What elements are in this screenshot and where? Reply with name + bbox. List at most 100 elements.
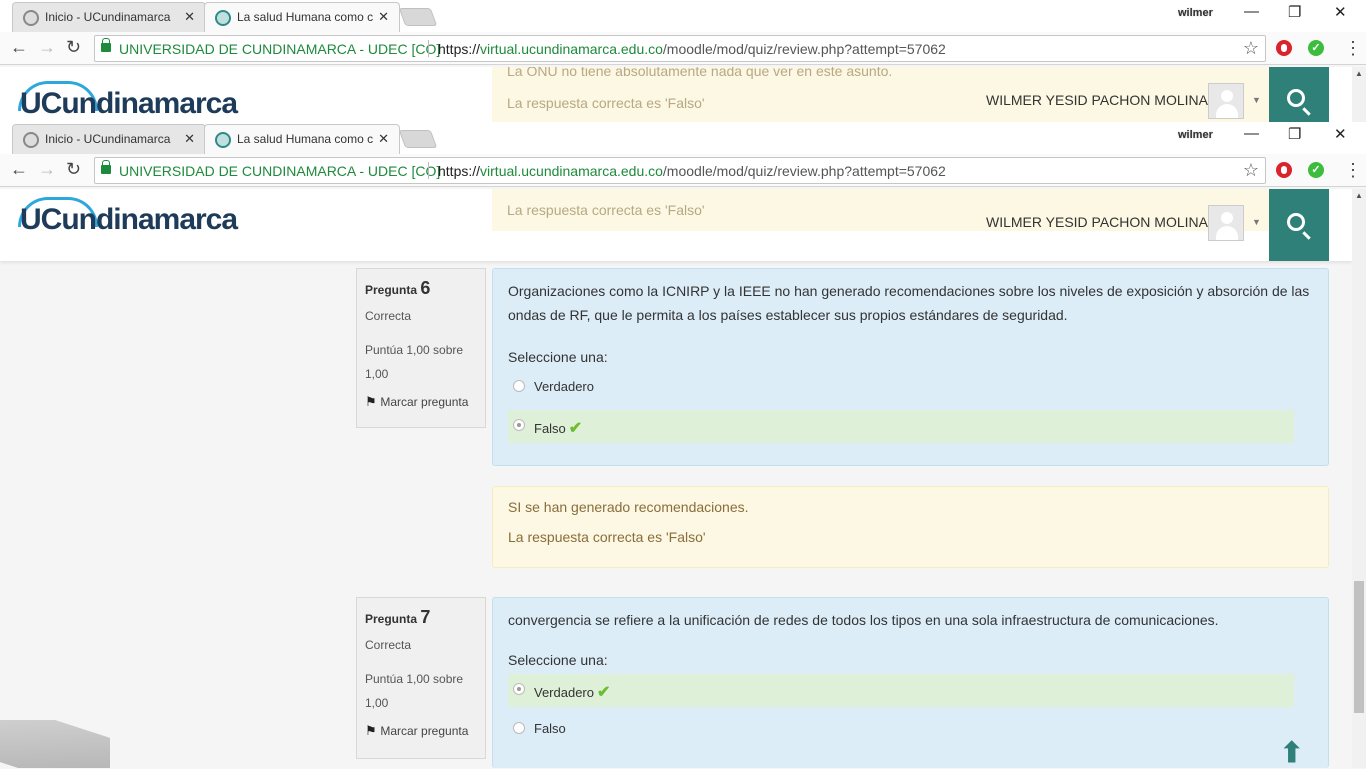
back-arrow-icon[interactable]: ← [10,159,28,180]
site-header: La respuesta correcta es 'Falso' UCundin… [0,189,1352,261]
tab-close-icon[interactable]: ✕ [378,9,389,25]
scrollbar-top[interactable]: ▲ [1352,67,1366,122]
radio-button[interactable] [513,722,525,734]
minimize-icon[interactable]: — [1244,3,1259,20]
tab-label: La salud Humana como c [237,132,373,146]
search-button[interactable] [1269,67,1329,122]
opera-extension-icon[interactable] [1276,162,1292,178]
window-close-icon[interactable]: ✕ [1334,3,1347,21]
opera-extension-icon[interactable] [1276,40,1292,56]
window-user-badge[interactable]: wilmer [1178,7,1213,19]
search-button[interactable] [1269,189,1329,261]
flag-label: Marcar pregunta [380,724,469,738]
answer-option-correct[interactable]: Falso ✔ [508,410,1294,443]
answer-prompt: Seleccione una: [508,349,608,365]
right-answer-text: La respuesta correcta es 'Falso' [507,202,705,218]
search-icon-handle [1302,107,1311,116]
separator [428,162,429,179]
check-extension-icon[interactable]: ✓ [1308,162,1324,178]
tab-close-icon[interactable]: ✕ [184,131,195,147]
reload-icon[interactable]: ↻ [66,159,81,180]
tab-inicio[interactable]: Inicio - UCundinamarca ✕ [12,2,206,32]
scrollbar-thumb[interactable] [1354,581,1364,713]
tab-inicio[interactable]: Inicio - UCundinamarca ✕ [12,124,206,154]
flag-icon: ⚑ [365,723,377,738]
address-bar[interactable]: UNIVERSIDAD DE CUNDINAMARCA - UDEC [CO] … [94,35,1266,62]
tab-label: Inicio - UCundinamarca [45,132,171,146]
bookmark-star-icon[interactable]: ☆ [1243,160,1259,181]
forward-arrow-icon[interactable]: → [38,159,56,180]
question-number-value: 7 [420,607,431,627]
question-info-6: Pregunta 6 Correcta Puntúa 1,00 sobre 1,… [356,268,486,428]
chevron-down-icon[interactable]: ▼ [1252,95,1261,105]
bookmark-star-icon[interactable]: ☆ [1243,38,1259,59]
search-icon [1287,89,1305,107]
minimize-icon[interactable]: — [1244,125,1259,142]
question-content-6: Organizaciones como la ICNIRP y la IEEE … [492,268,1329,466]
user-name[interactable]: WILMER YESID PACHON MOLINA [986,214,1208,230]
question-label: Pregunta [365,283,418,297]
answer-option-correct[interactable]: Verdadero ✔ [508,674,1294,707]
check-extension-icon[interactable]: ✓ [1308,40,1324,56]
scrollbar[interactable]: ▲ [1352,189,1366,768]
scroll-up-arrow-icon[interactable]: ▲ [1355,191,1363,200]
radio-button-selected[interactable] [513,419,525,431]
question-label: Pregunta [365,612,418,626]
tab-quiz-review[interactable]: La salud Humana como c ✕ [204,2,400,32]
radio-button[interactable] [513,380,525,392]
question-grade: Puntúa 1,00 sobre 1,00 [365,672,464,710]
answer-label: Verdadero [534,379,594,394]
url-text: https://virtual.ucundinamarca.edu.co/moo… [438,41,946,57]
back-to-top-arrow-icon[interactable]: ⬆ [1280,736,1303,769]
radio-button-selected[interactable] [513,683,525,695]
user-name[interactable]: WILMER YESID PACHON MOLINA [986,92,1208,108]
avatar[interactable] [1208,205,1244,241]
avatar[interactable] [1208,83,1244,119]
feedback-box: SI se han generado recomendaciones. La r… [492,486,1329,568]
site-logo[interactable]: UCundinamarca [20,203,238,237]
new-tab-button[interactable] [398,8,438,26]
question-content-7: convergencia se refiere a la unificación… [492,597,1329,768]
separator [428,40,429,57]
tab-strip: Inicio - UCundinamarca ✕ La salud Humana… [0,122,1366,154]
tab-close-icon[interactable]: ✕ [184,9,195,25]
feedback-text: La ONU no tiene absolutamente nada que v… [507,67,893,79]
feedback-text: SI se han generado recomendaciones. [508,499,749,515]
background-decoration [0,720,110,768]
answer-label-text: Verdadero [534,685,594,700]
flag-question-link[interactable]: ⚑ Marcar pregunta [365,723,477,739]
url-text: https://virtual.ucundinamarca.edu.co/moo… [438,163,946,179]
restore-icon[interactable]: ❐ [1288,125,1301,143]
window-close-icon[interactable]: ✕ [1334,125,1347,143]
scroll-up-arrow-icon[interactable]: ▲ [1355,69,1363,78]
answer-prompt: Seleccione una: [508,652,608,668]
answer-label-text: Falso [534,421,566,436]
question-state: Correcta [365,309,412,323]
right-answer-text: La respuesta correcta es 'Falso' [507,95,705,111]
answer-option[interactable]: Falso [508,713,1294,746]
address-bar[interactable]: UNIVERSIDAD DE CUNDINAMARCA - UDEC [CO] … [94,157,1266,184]
new-tab-button[interactable] [398,130,438,148]
security-label: UNIVERSIDAD DE CUNDINAMARCA - UDEC [CO] [119,41,441,57]
kebab-menu-icon[interactable]: ⋮ [1344,160,1362,181]
answer-label: Falso ✔ [534,418,582,438]
url-host: virtual.ucundinamarca.edu.co [480,41,663,57]
tab-close-icon[interactable]: ✕ [378,131,389,147]
back-arrow-icon[interactable]: ← [10,37,28,58]
checkmark-icon: ✔ [597,684,611,701]
url-scheme: https:// [438,41,481,57]
moodle-favicon-icon [215,132,231,148]
restore-icon[interactable]: ❐ [1288,3,1301,21]
site-logo[interactable]: UCundinamarca [20,87,238,121]
lock-icon [101,38,111,52]
right-answer-text: La respuesta correcta es 'Falso' [508,529,706,545]
chevron-down-icon[interactable]: ▼ [1252,217,1261,227]
flag-question-link[interactable]: ⚑ Marcar pregunta [365,394,477,410]
window-user-badge[interactable]: wilmer [1178,129,1213,141]
tab-quiz-review[interactable]: La salud Humana como c ✕ [204,124,400,154]
answer-label: Falso [534,721,566,736]
forward-arrow-icon[interactable]: → [38,37,56,58]
reload-icon[interactable]: ↻ [66,37,81,58]
kebab-menu-icon[interactable]: ⋮ [1344,38,1362,59]
answer-option[interactable]: Verdadero [508,371,1294,404]
